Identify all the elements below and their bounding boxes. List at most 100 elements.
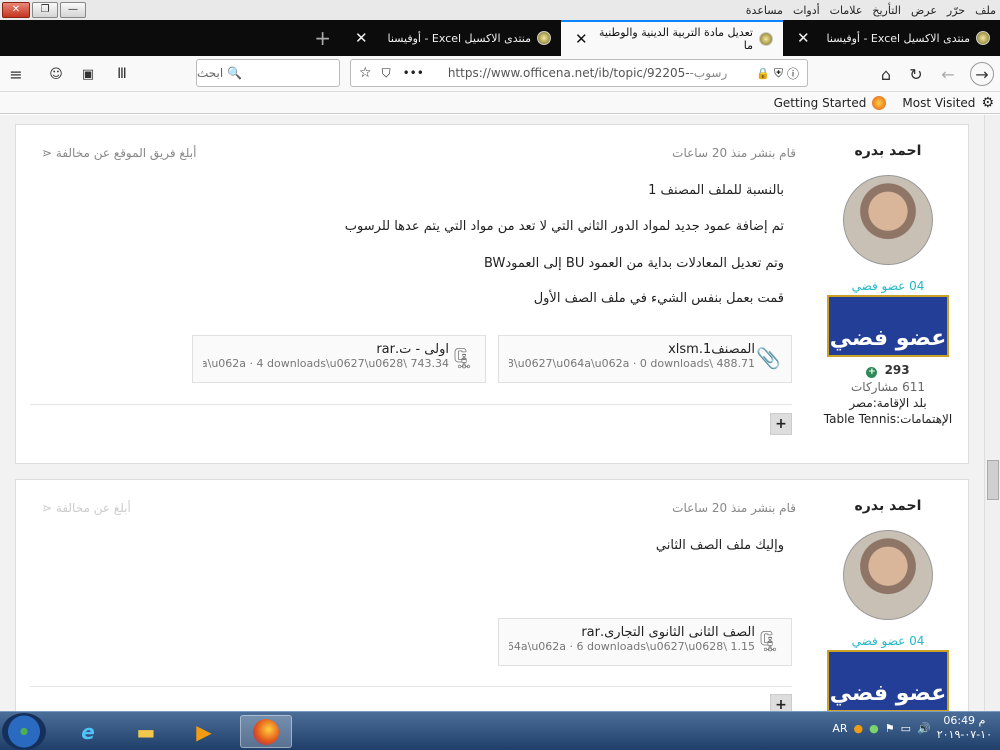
getting-started-link[interactable]: Getting Started bbox=[774, 96, 867, 110]
attachment-info: 743.34 \u064a\u062a · 4 downloads\u0627\… bbox=[203, 357, 449, 370]
volume-icon[interactable]: 🔊 bbox=[917, 722, 931, 735]
pocket-icon[interactable]: ⛉ bbox=[382, 66, 391, 81]
tab-officena-2[interactable]: منتدى الاكسيل Excel - أوفيسنا ✕ bbox=[341, 20, 561, 56]
forum-post: احمد بدره 04 عضو فضي عضو فضي 293 + 611 م… bbox=[15, 124, 969, 464]
post-count: 611 مشاركات bbox=[851, 380, 925, 394]
media-player-icon: ▶ bbox=[196, 719, 212, 744]
attachment-item[interactable]: 🗜 اولى - ت.rar 743.34 \u064a\u062a · 4 d… bbox=[192, 335, 486, 383]
clock[interactable]: 06:49 م ١٠-٠٧-٢٠١٩ bbox=[937, 714, 992, 742]
post-time[interactable]: قام بنشر منذ 20 ساعات bbox=[672, 146, 796, 160]
search-placeholder: ابحث bbox=[197, 66, 224, 80]
tab-label: منتدى الاكسيل Excel - أوفيسنا bbox=[826, 31, 970, 45]
library-button[interactable]: Ⅲ bbox=[110, 62, 134, 86]
post-author-panel: احمد بدره 04 عضو فضي عضو فضي bbox=[808, 480, 968, 711]
system-tray: AR ● ● ⚑ ▭ 🔊 06:49 م ١٠-٠٧-٢٠١٩ bbox=[832, 714, 992, 742]
plus-icon: + bbox=[775, 416, 787, 432]
folder-icon: ▬ bbox=[136, 719, 156, 744]
author-name[interactable]: احمد بدره bbox=[808, 498, 968, 514]
close-tab-icon[interactable]: ✕ bbox=[351, 29, 368, 47]
network-icon[interactable]: ● bbox=[869, 722, 879, 735]
attachment-info: 488.71 \u0628\u0627\u064a\u062a · 0 down… bbox=[509, 357, 755, 370]
menu-button[interactable]: ≡ bbox=[4, 62, 28, 86]
attachment-item[interactable]: 📎 المصنف1.xlsm 488.71 \u0628\u0627\u064a… bbox=[498, 335, 792, 383]
officena-favicon-icon bbox=[976, 31, 990, 45]
clock-date: ١٠-٠٧-٢٠١٩ bbox=[936, 728, 992, 741]
menu-edit[interactable]: حرّر bbox=[947, 4, 965, 17]
minimize-window-button[interactable]: — bbox=[60, 2, 86, 18]
menu-help[interactable]: مساعدة bbox=[746, 4, 783, 17]
tab-strip: منتدى الاكسيل Excel - أوفيسنا ✕ تعديل ما… bbox=[0, 20, 1000, 56]
flag-icon[interactable]: ⚑ bbox=[885, 722, 895, 735]
start-button[interactable] bbox=[2, 713, 46, 750]
tab-label: تعديل مادة التربية الدينية والوطنية ما bbox=[599, 26, 753, 52]
gear-icon[interactable]: ⚙ bbox=[981, 95, 994, 111]
page-scrollbar[interactable] bbox=[984, 115, 1000, 711]
attachment-name: اولى - ت.rar bbox=[376, 342, 449, 357]
back-button[interactable]: → bbox=[970, 62, 994, 86]
tab-active-topic[interactable]: تعديل مادة التربية الدينية والوطنية ما ✕ bbox=[561, 20, 783, 56]
tab-officena-1[interactable]: منتدى الاكسيل Excel - أوفيسنا ✕ bbox=[783, 20, 1000, 56]
menu-tools[interactable]: أدوات bbox=[793, 4, 820, 17]
security-icon[interactable]: ● bbox=[854, 722, 864, 735]
attachment-name: المصنف1.xlsm bbox=[668, 342, 755, 357]
account-button[interactable]: ☺ bbox=[44, 62, 68, 86]
firefox-icon bbox=[253, 718, 279, 745]
hamburger-icon: ≡ bbox=[9, 64, 23, 84]
menu-view[interactable]: عرض bbox=[911, 4, 937, 17]
language-indicator[interactable]: AR bbox=[832, 722, 847, 735]
post-body: قام بنشر منذ 20 ساعات أبلغ فريق الموقع ع… bbox=[16, 125, 806, 465]
report-link[interactable]: أبلغ عن مخالفة ⋖ bbox=[36, 501, 131, 515]
attachment-info: 1.15 \u0645\u064a\u062a · 6 downloads\u0… bbox=[509, 640, 755, 653]
account-icon: ☺ bbox=[49, 66, 63, 82]
home-icon: ⌂ bbox=[880, 64, 892, 84]
multiquote-button[interactable]: + bbox=[770, 413, 792, 435]
report-link[interactable]: أبلغ فريق الموقع عن مخالفة ⋖ bbox=[36, 146, 196, 160]
share-icon[interactable]: ⋖ bbox=[42, 146, 52, 160]
post-line: قمت بعمل بنفس الشيء في ملف الصف الأول bbox=[533, 291, 784, 306]
internet-explorer-button[interactable]: e bbox=[62, 715, 114, 748]
author-avatar[interactable] bbox=[843, 530, 933, 620]
new-tab-button[interactable]: + bbox=[301, 20, 341, 56]
url-bar[interactable]: ☆ ⛉ ••• https://www.officena.net/ib/topi… bbox=[350, 59, 808, 87]
most-visited-link[interactable]: Most Visited bbox=[902, 96, 975, 110]
share-icon[interactable]: ⋖ bbox=[42, 501, 52, 515]
close-tab-icon[interactable]: ✕ bbox=[793, 29, 810, 47]
rank-badge: عضو فضي bbox=[827, 650, 949, 711]
author-avatar[interactable] bbox=[843, 175, 933, 265]
multiquote-button[interactable]: + bbox=[770, 694, 792, 711]
menu-file[interactable]: ملف bbox=[975, 4, 996, 17]
close-window-button[interactable]: ✕ bbox=[2, 2, 30, 18]
post-time[interactable]: قام بنشر منذ 20 ساعات bbox=[672, 501, 796, 515]
attachment-item[interactable]: 🗜 الصف الثانى الثانوى التجارى.rar 1.15 \… bbox=[498, 618, 792, 666]
post-line: وتم تعديل المعادلات بداية من العمود BU إ… bbox=[484, 256, 784, 271]
file-explorer-button[interactable]: ▬ bbox=[120, 715, 172, 748]
menu-bookmarks[interactable]: علامات bbox=[830, 4, 863, 17]
media-player-button[interactable]: ▶ bbox=[178, 715, 230, 748]
home-button[interactable]: ⌂ bbox=[874, 62, 898, 86]
scrollbar-thumb[interactable] bbox=[987, 460, 999, 500]
post-line: تم إضافة عمود جديد لمواد الدور الثاني ال… bbox=[344, 219, 784, 234]
tab-label: منتدى الاكسيل Excel - أوفيسنا bbox=[387, 31, 531, 45]
star-icon[interactable]: ☆ bbox=[359, 65, 372, 81]
reload-button[interactable]: ↻ bbox=[904, 62, 928, 86]
page-actions-icon[interactable]: ••• bbox=[403, 66, 424, 80]
window-controls: ✕ ❐ — bbox=[0, 2, 86, 18]
author-rank: 04 عضو فضي bbox=[851, 279, 925, 293]
post-line: بالنسبة للملف المصنف 1 bbox=[648, 183, 784, 198]
sidebar-button[interactable]: ▣ bbox=[76, 62, 100, 86]
restore-window-button[interactable]: ❐ bbox=[32, 2, 58, 18]
menu-history[interactable]: التأريخ bbox=[872, 4, 901, 17]
lock-warning-icon[interactable]: 🔒 bbox=[756, 67, 770, 80]
search-input[interactable]: 🔍 ابحث bbox=[196, 59, 340, 87]
post-author-panel: احمد بدره 04 عضو فضي عضو فضي 293 + 611 م… bbox=[808, 125, 968, 426]
display-icon[interactable]: ▭ bbox=[901, 722, 911, 735]
forum-post: احمد بدره 04 عضو فضي عضو فضي قام بنشر من… bbox=[15, 479, 969, 711]
firefox-taskbar-button[interactable] bbox=[240, 715, 292, 748]
author-name[interactable]: احمد بدره bbox=[808, 143, 968, 159]
author-interests: الإهتمامات:Table Tennis bbox=[823, 412, 953, 426]
tracking-shield-icon[interactable]: ⛨ bbox=[774, 66, 783, 81]
forward-button[interactable]: ← bbox=[936, 62, 960, 86]
close-tab-icon[interactable]: ✕ bbox=[571, 30, 588, 48]
info-icon[interactable]: ⓘ bbox=[787, 65, 799, 82]
divider bbox=[30, 404, 792, 405]
